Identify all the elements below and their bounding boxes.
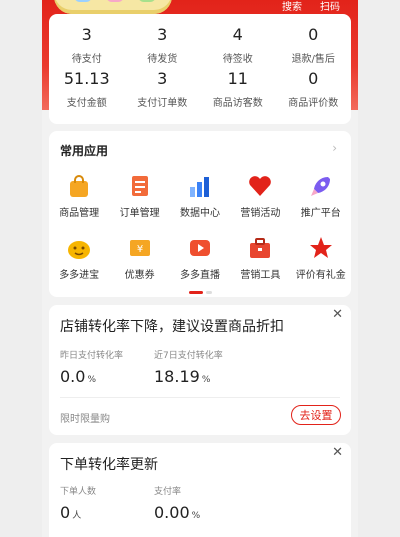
rocket-icon: [308, 173, 334, 199]
app-label: 营销工具: [240, 270, 281, 281]
metric-label: 下单人数: [60, 487, 97, 497]
stat-paid-orders[interactable]: 3 支付订单数: [125, 62, 201, 110]
toolbox-icon: [247, 235, 273, 261]
app-label: 评价有礼金: [295, 270, 346, 281]
stat-value: 0: [308, 25, 319, 44]
stats-card: 3 待支付 3 待发货 4 待签收 0 退款/售后 51.13 支付金额 3 支…: [49, 14, 351, 124]
order-conversion-card: 下单转化率更新 ✕ 下单人数 0人 支付率 0.00%: [49, 443, 351, 537]
metric-value: 0.00%: [154, 503, 201, 522]
stat-value: 0: [308, 69, 319, 88]
top-links: 搜索 扫码: [282, 0, 340, 13]
stat-value: 4: [232, 25, 243, 44]
metric-label: 近7日支付转化率: [154, 351, 223, 361]
close-icon[interactable]: ✕: [332, 445, 343, 460]
star-badge-icon: [308, 235, 334, 261]
app-duoduo-jinbao[interactable]: 多多进宝: [49, 235, 109, 285]
stat-refunds[interactable]: 0 退款/售后: [276, 14, 352, 66]
tip-title: 下单转化率更新: [60, 457, 158, 473]
conversion-tip-card: 店铺转化率下降，建议设置商品折扣 ✕ 昨日支付转化率 0.0% 近7日支付转化率…: [49, 305, 351, 435]
tip-title: 店铺转化率下降，建议设置商品折扣: [60, 319, 284, 335]
app-promotion-platform[interactable]: 推广平台: [291, 173, 351, 223]
live-video-icon: [187, 235, 213, 261]
stat-payment-amount[interactable]: 51.13 支付金额: [49, 62, 125, 110]
divider: [60, 397, 340, 398]
stat-label: 商品访客数: [212, 98, 263, 109]
svg-text:¥: ¥: [136, 244, 142, 255]
app-label: 订单管理: [119, 208, 160, 219]
scan-link[interactable]: 扫码: [320, 0, 340, 13]
heart-icon: [247, 173, 273, 199]
stat-value: 11: [227, 69, 248, 88]
stat-pending-receipt[interactable]: 4 待签收: [200, 14, 276, 66]
metric-label: 支付率: [154, 487, 182, 497]
stat-pending-payment[interactable]: 3 待支付: [49, 14, 125, 66]
app-label: 营销活动: [240, 208, 281, 219]
apps-title: 常用应用: [60, 144, 109, 158]
chevron-right-icon[interactable]: ›: [332, 141, 337, 155]
shopping-bag-icon: [66, 173, 92, 199]
app-label: 优惠券: [124, 270, 155, 281]
app-label: 数据中心: [179, 208, 220, 219]
app-label: 多多直播: [179, 270, 220, 281]
stat-label: 支付订单数: [137, 98, 188, 109]
app-coupons[interactable]: ¥ 优惠券: [109, 235, 169, 285]
metric-value: 0.0%: [60, 367, 97, 386]
bar-chart-icon: [187, 173, 213, 199]
stat-product-visitors[interactable]: 11 商品访客数: [200, 62, 276, 110]
stat-value: 3: [157, 25, 168, 44]
stat-value: 51.13: [63, 69, 110, 88]
close-icon[interactable]: ✕: [332, 307, 343, 322]
app-marketing-campaigns[interactable]: 营销活动: [230, 173, 290, 223]
go-setup-button[interactable]: 去设置: [291, 405, 341, 425]
stat-product-reviews[interactable]: 0 商品评价数: [276, 62, 352, 110]
coupon-icon: ¥: [127, 235, 153, 261]
search-link[interactable]: 搜索: [282, 0, 302, 13]
metric-order-count: 下单人数 0人: [60, 484, 96, 522]
app-label: 商品管理: [59, 208, 100, 219]
treasure-icon: [66, 235, 92, 261]
app-screen: 搜索 扫码 3 待支付 3 待发货 4 待签收 0 退款/售后 51.13 支付…: [42, 0, 358, 537]
metric-payment-rate: 支付率 0.00%: [154, 484, 200, 522]
mascot-banner-icon: [54, 0, 172, 14]
app-product-management[interactable]: 商品管理: [49, 173, 109, 223]
metric-7day-rate: 近7日支付转化率 18.19%: [154, 348, 223, 386]
stat-value: 3: [157, 69, 168, 88]
stat-label: 支付金额: [66, 98, 107, 109]
app-label: 推广平台: [300, 208, 341, 219]
tip-footer: 限时限量购: [60, 414, 110, 425]
order-scroll-icon: [127, 173, 153, 199]
common-apps-card: 常用应用 › 商品管理 订单管理 数据中心 营销活动 推广平台 多多进宝 ¥ 优…: [49, 131, 351, 297]
app-order-management[interactable]: 订单管理: [109, 173, 169, 223]
stat-label: 商品评价数: [288, 98, 339, 109]
stat-pending-shipment[interactable]: 3 待发货: [125, 14, 201, 66]
metric-value: 18.19%: [154, 367, 211, 386]
metric-label: 昨日支付转化率: [60, 351, 124, 361]
app-label: 多多进宝: [59, 270, 100, 281]
stat-value: 3: [81, 25, 92, 44]
app-duoduo-live[interactable]: 多多直播: [170, 235, 230, 285]
metric-yesterday-rate: 昨日支付转化率 0.0%: [60, 348, 123, 386]
app-marketing-tools[interactable]: 营销工具: [230, 235, 290, 285]
app-review-rewards[interactable]: 评价有礼金: [291, 235, 351, 285]
app-data-center[interactable]: 数据中心: [170, 173, 230, 223]
metric-value: 0人: [60, 503, 82, 522]
page-indicator: [189, 291, 212, 294]
